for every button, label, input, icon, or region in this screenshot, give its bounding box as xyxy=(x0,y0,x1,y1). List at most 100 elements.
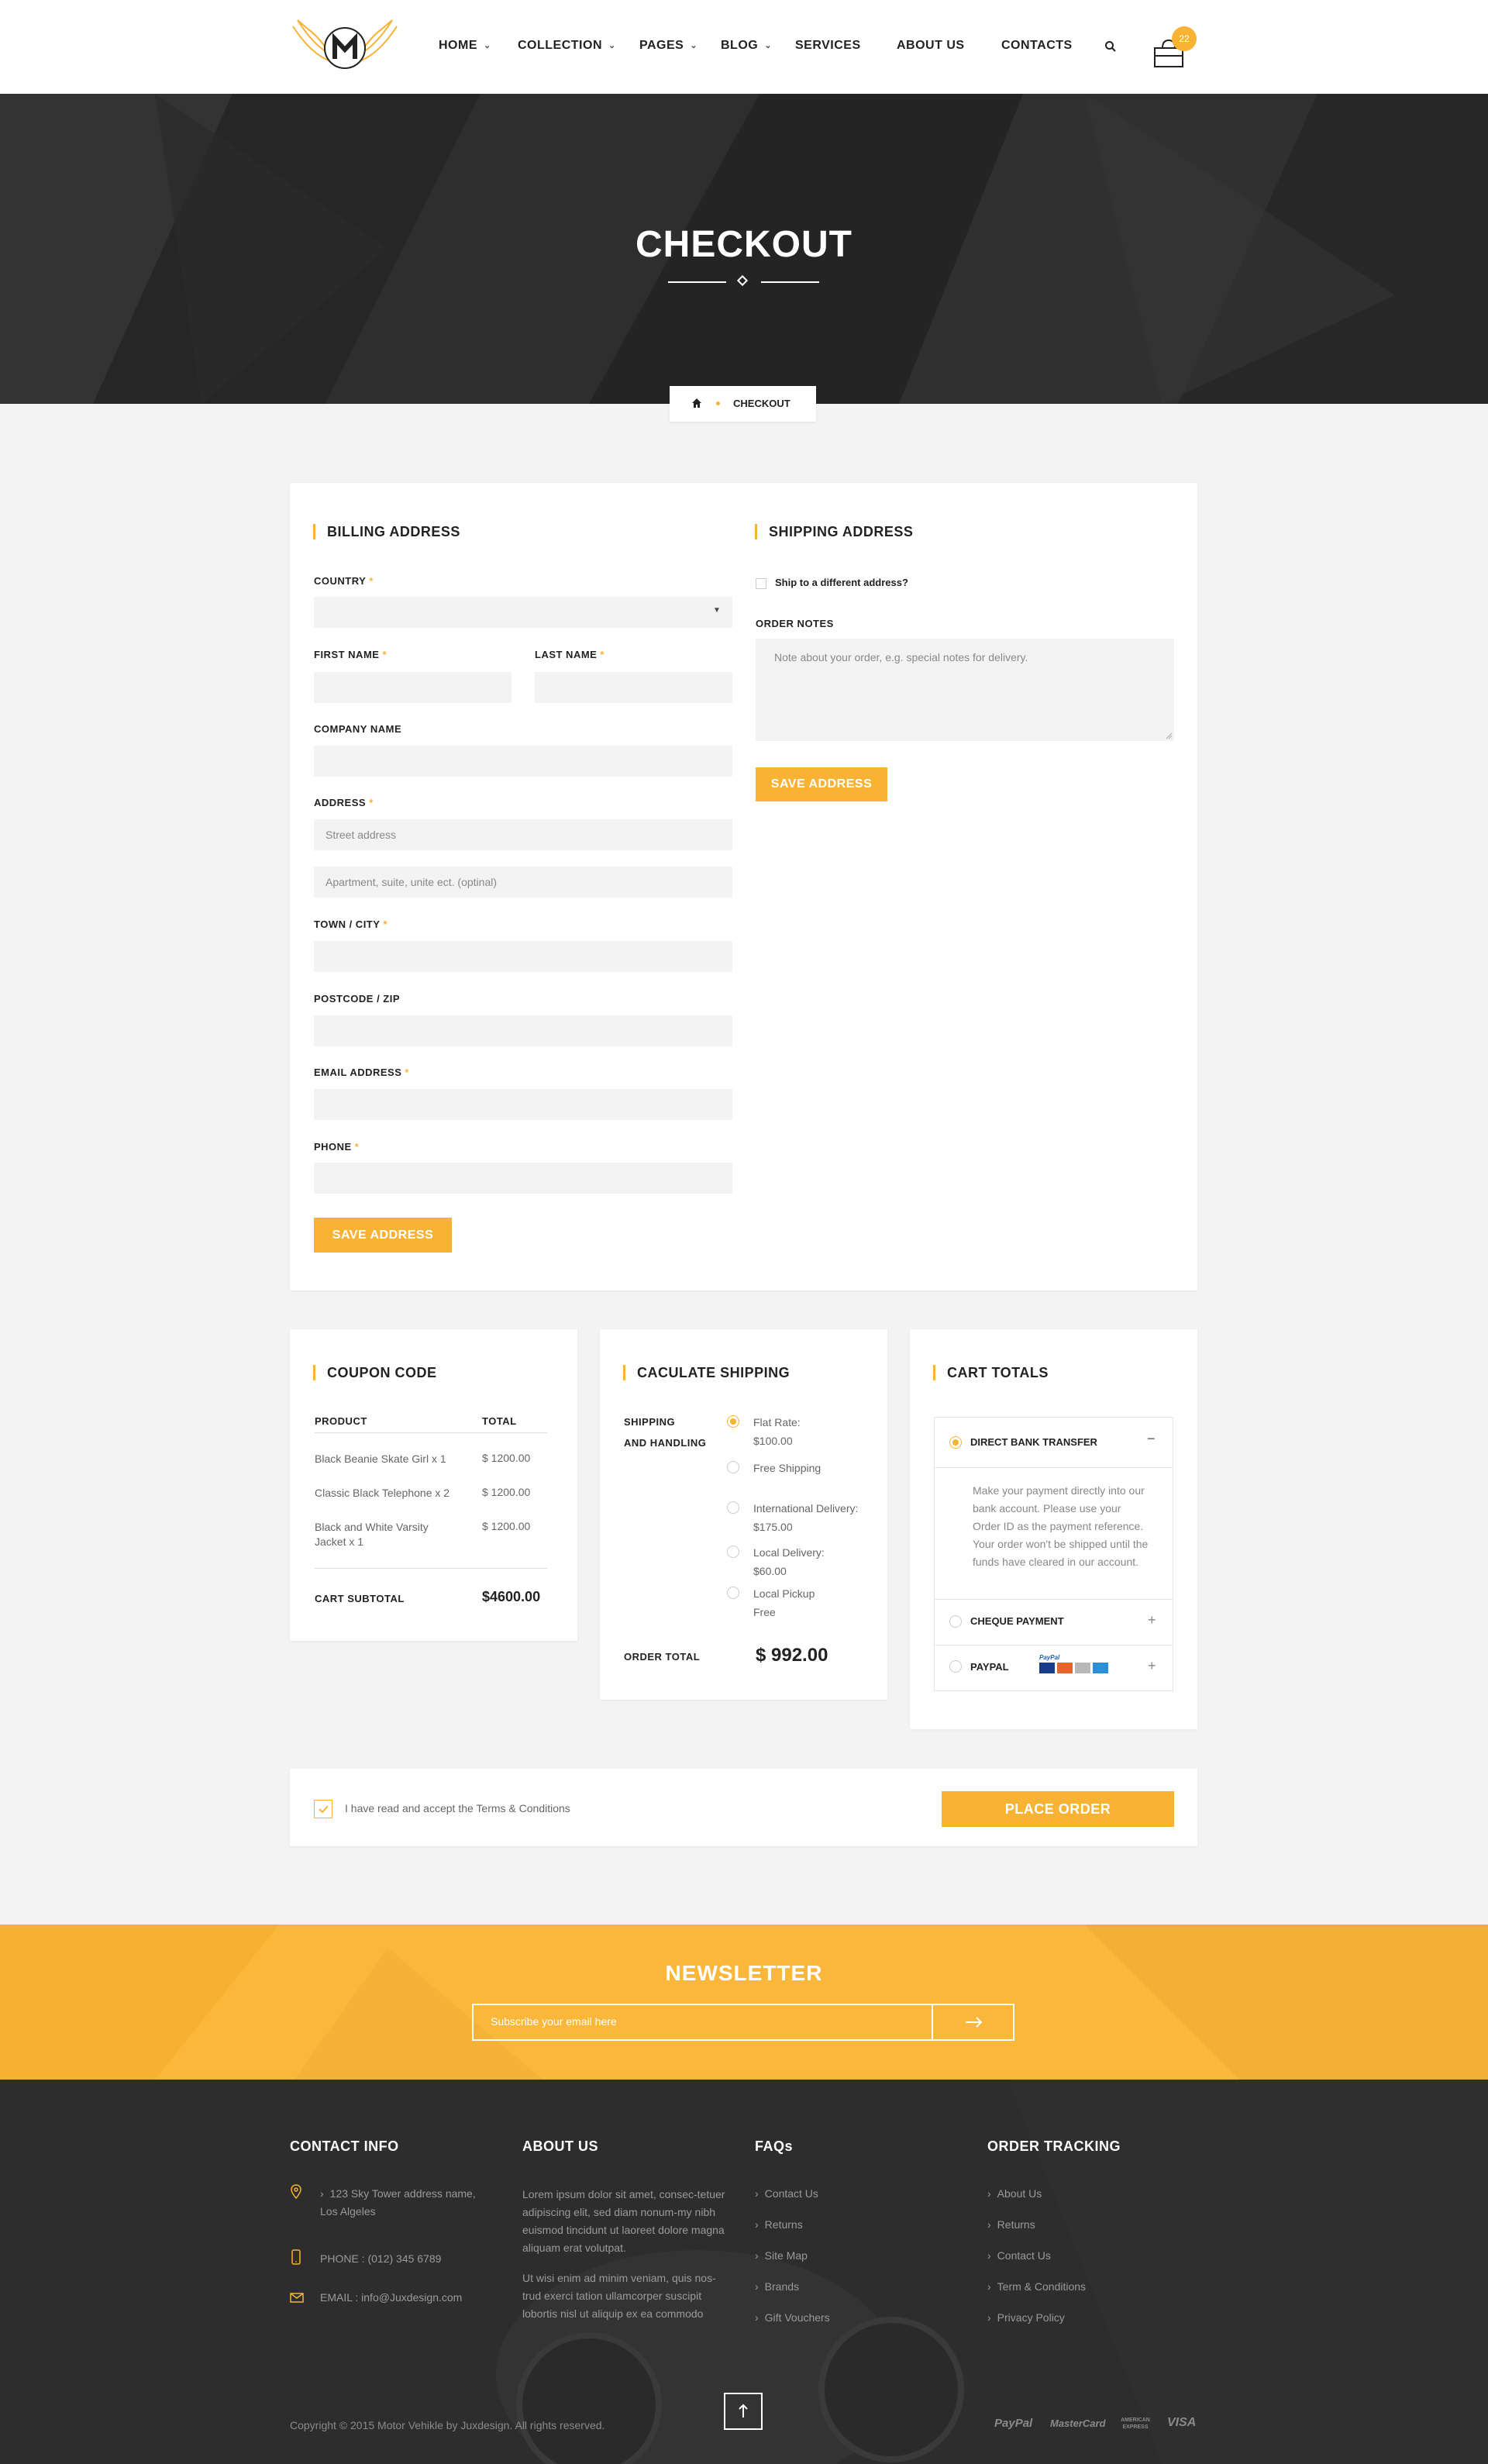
shipping-option-name: Flat Rate: xyxy=(753,1416,801,1428)
place-order-button[interactable]: PLACE ORDER xyxy=(942,1791,1174,1827)
nav-item-collection[interactable]: COLLECTION ⌄ xyxy=(518,39,616,53)
about-us-title: ABOUT US xyxy=(522,2138,598,2154)
town-input[interactable] xyxy=(314,941,732,972)
town-label: TOWN / CITY * xyxy=(314,918,388,930)
footer-link-gift-vouchers[interactable]: Gift Vouchers xyxy=(755,2311,830,2324)
paypal-footer-logo: PayPal xyxy=(994,2417,1033,2430)
amex-card-icon xyxy=(1093,1663,1108,1673)
shipping-option-radio[interactable] xyxy=(727,1501,739,1514)
footer-link-contact-us[interactable]: Contact Us xyxy=(987,2249,1051,2262)
nav-item-home[interactable]: HOME ⌄ xyxy=(439,39,491,53)
footer-link-term-conditions[interactable]: Term & Conditions xyxy=(987,2280,1086,2293)
terms-checkbox[interactable] xyxy=(314,1800,332,1818)
coupon-title: COUPON CODE xyxy=(313,1365,437,1380)
nav-item-label: PAGES xyxy=(639,39,684,52)
shipping-handling-label-2: AND HANDLING xyxy=(624,1437,707,1449)
company-input[interactable] xyxy=(314,746,732,777)
nav-item-label: ABOUT US xyxy=(897,39,965,52)
site-logo[interactable] xyxy=(290,14,400,81)
order-tracking-title: ORDER TRACKING xyxy=(987,2138,1121,2154)
shipping-save-button[interactable]: SAVE ADDRESS xyxy=(756,767,887,801)
plus-icon[interactable]: + xyxy=(1148,1612,1156,1628)
footer-link-brands[interactable]: Brands xyxy=(755,2280,799,2293)
last-name-label: LAST NAME * xyxy=(535,649,604,660)
postcode-input[interactable] xyxy=(314,1015,732,1046)
address-line-2: Los Algeles xyxy=(320,2205,376,2218)
shipping-calc-panel xyxy=(600,1329,887,1700)
minus-icon[interactable]: − xyxy=(1147,1431,1156,1447)
bank-transfer-radio[interactable] xyxy=(949,1436,962,1449)
footer-link-privacy-policy[interactable]: Privacy Policy xyxy=(987,2311,1065,2324)
nav-item-services[interactable]: SERVICES xyxy=(795,39,861,53)
shipping-option-radio[interactable] xyxy=(727,1587,739,1599)
footer-link-returns[interactable]: Returns xyxy=(987,2218,1035,2231)
nav-item-about-us[interactable]: ABOUT US xyxy=(897,39,965,53)
shipping-option-radio[interactable] xyxy=(727,1461,739,1473)
street-address-input[interactable]: Street address xyxy=(314,819,732,850)
paypal-logo: PayPal xyxy=(1039,1654,1060,1661)
home-icon[interactable] xyxy=(691,398,702,408)
newsletter-section: NEWSLETTER Subscribe your email here xyxy=(0,1925,1488,2080)
coupon-row-total: $ 1200.00 xyxy=(482,1452,531,1464)
breadcrumb: CHECKOUT xyxy=(670,386,816,422)
footer-link-about-us[interactable]: About Us xyxy=(987,2187,1042,2200)
order-total-label: ORDER TOTAL xyxy=(624,1651,701,1663)
footer-link-contact-us[interactable]: Contact Us xyxy=(755,2187,818,2200)
shipping-option-name: Local Pickup xyxy=(753,1587,815,1600)
email-input[interactable] xyxy=(314,1089,732,1120)
phone-input[interactable] xyxy=(314,1163,732,1194)
envelope-icon xyxy=(290,2293,304,2303)
last-name-input[interactable] xyxy=(535,672,732,703)
mastercard-footer-logo: MasterCard xyxy=(1050,2417,1106,2429)
shipping-handling-label-1: SHIPPING xyxy=(624,1416,676,1428)
shipping-option-radio[interactable] xyxy=(727,1546,739,1558)
order-notes-textarea[interactable]: Note about your order, e.g. special note… xyxy=(756,639,1174,741)
site-header: HOME ⌄ COLLECTION ⌄ PAGES ⌄ BLOG ⌄ SERVICES ABOUT… xyxy=(0,0,1488,94)
amex-footer-logo: AMERICAN EXPRESS xyxy=(1121,2417,1150,2430)
payment-cards-icon: PayPal xyxy=(1036,1654,1118,1677)
shipping-option-price: $175.00 xyxy=(753,1521,793,1533)
bank-transfer-label: DIRECT BANK TRANSFER xyxy=(970,1436,1097,1448)
discover-card-icon xyxy=(1075,1663,1090,1673)
nav-item-contacts[interactable]: CONTACTS xyxy=(1001,39,1073,53)
billing-save-button[interactable]: SAVE ADDRESS xyxy=(314,1218,452,1253)
resize-handle-icon[interactable] xyxy=(1165,732,1173,739)
coupon-row-product: Black and White Varsity Jacket x 1 xyxy=(315,1521,429,1548)
nav-item-label: BLOG xyxy=(721,39,759,52)
coupon-row-product: Classic Black Telephone x 2 xyxy=(315,1487,450,1499)
order-notes-label: ORDER NOTES xyxy=(756,618,834,629)
first-name-input[interactable] xyxy=(314,672,512,703)
plus-icon[interactable]: + xyxy=(1148,1658,1156,1674)
shipping-option-radio[interactable] xyxy=(727,1415,739,1428)
faq-title: FAQs xyxy=(755,2138,794,2154)
phone-text: PHONE : (012) 345 6789 xyxy=(320,2252,442,2265)
nav-item-label: COLLECTION xyxy=(518,39,602,52)
nav-item-blog[interactable]: BLOG ⌄ xyxy=(721,39,772,53)
product-col-header: PRODUCT xyxy=(315,1415,367,1427)
mastercard-icon xyxy=(1057,1663,1073,1673)
first-name-label: FIRST NAME * xyxy=(314,649,388,660)
country-label: COUNTRY * xyxy=(314,575,374,587)
email-label: EMAIL ADDRESS * xyxy=(314,1067,409,1078)
newsletter-email-input[interactable]: Subscribe your email here xyxy=(491,2015,617,2028)
cheque-divider xyxy=(935,1599,1173,1600)
country-select[interactable] xyxy=(314,597,732,628)
breadcrumb-current: CHECKOUT xyxy=(733,398,790,409)
newsletter-form: Subscribe your email here xyxy=(472,2004,1014,2041)
chevron-down-icon: ⌄ xyxy=(690,41,698,50)
title-divider-right xyxy=(761,281,819,283)
footer-link-site-map[interactable]: Site Map xyxy=(755,2249,808,2262)
search-icon[interactable] xyxy=(1104,40,1117,53)
cheque-radio[interactable] xyxy=(949,1615,962,1628)
apartment-input[interactable]: Apartment, suite, unite ect. (optinal) xyxy=(314,867,732,898)
back-to-top-button[interactable] xyxy=(724,2393,763,2430)
ship-different-checkbox[interactable] xyxy=(756,578,766,589)
address-line-1: 123 Sky Tower address name, xyxy=(320,2187,476,2200)
company-label: COMPANY NAME xyxy=(314,723,402,735)
paypal-radio[interactable] xyxy=(949,1660,962,1673)
nav-item-pages[interactable]: PAGES ⌄ xyxy=(639,39,698,53)
visa-card-icon xyxy=(1039,1663,1055,1673)
newsletter-submit-button[interactable] xyxy=(932,2005,1013,2039)
footer-link-returns[interactable]: Returns xyxy=(755,2218,803,2231)
contact-info-title: CONTACT INFO xyxy=(290,2138,399,2154)
